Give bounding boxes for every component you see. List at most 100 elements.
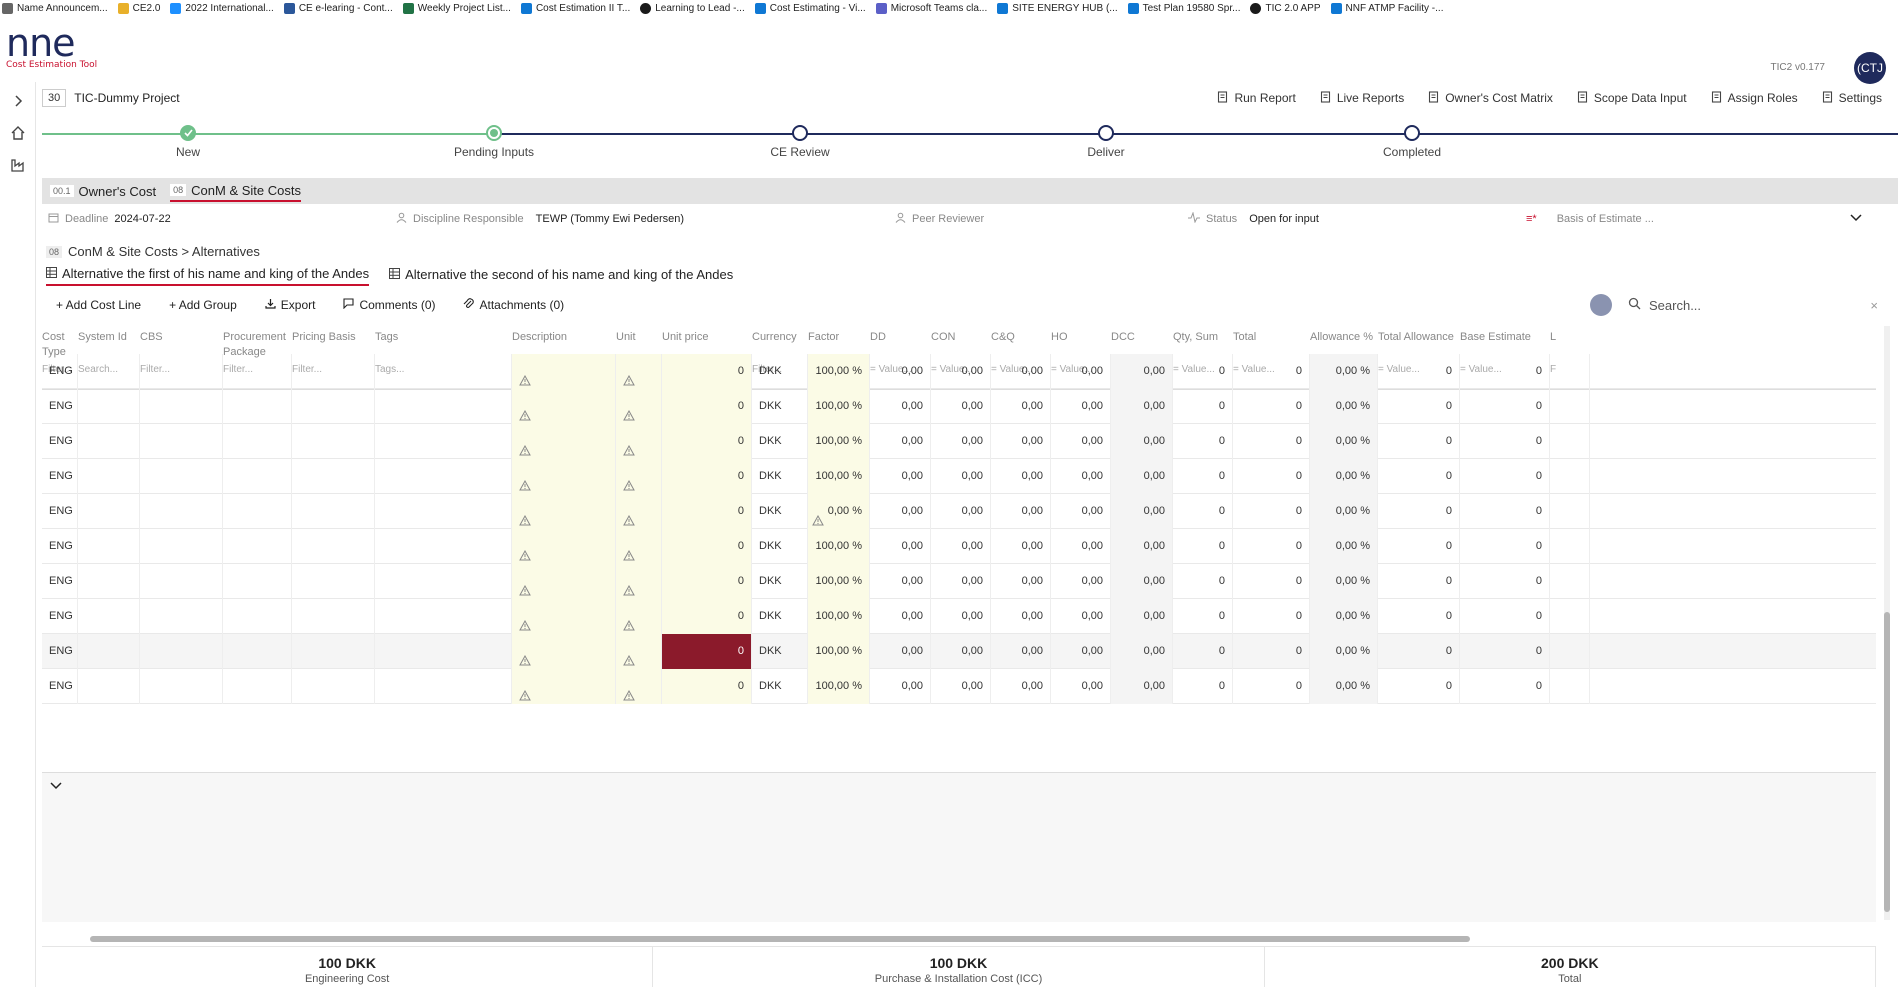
con-cell[interactable]: 0,00 — [931, 424, 991, 459]
system-id-cell[interactable] — [78, 599, 140, 634]
tab-owner-s-cost[interactable]: 00.1 Owner's Cost — [50, 182, 156, 201]
ho-cell[interactable]: 0,00 — [1051, 424, 1111, 459]
tab-alternative-2[interactable]: Alternative the second of his name and k… — [389, 266, 733, 286]
allowance-cell[interactable]: 0,00 % — [1310, 424, 1378, 459]
column-header-unit-price[interactable]: Unit price — [662, 330, 752, 345]
cq-cell[interactable]: 0,00 — [991, 634, 1051, 669]
table-row[interactable]: ENG 0 DKK 100,00 % 0,00 0,00 0,00 0,00 0,00 0 0 0,0… — [42, 529, 1876, 564]
tags-cell[interactable] — [375, 459, 512, 494]
description-cell[interactable] — [512, 459, 616, 494]
table-row[interactable]: ENG 0 DKK 100,00 % 0,00 0,00 0,00 0,00 0,00 0 0 0,0… — [42, 634, 1876, 669]
user-avatar[interactable]: (CTJ — [1854, 52, 1886, 84]
unit-price-cell[interactable]: 0 — [662, 634, 752, 669]
procurement-package-cell[interactable] — [223, 634, 292, 669]
description-cell[interactable] — [512, 354, 616, 389]
ho-cell[interactable]: 0,00 — [1051, 354, 1111, 389]
procurement-package-cell[interactable] — [223, 389, 292, 424]
currency-cell[interactable]: DKK — [752, 389, 808, 424]
cq-cell[interactable]: 0,00 — [991, 389, 1051, 424]
con-cell[interactable]: 0,00 — [931, 354, 991, 389]
pricing-basis-cell[interactable] — [292, 634, 375, 669]
total-allowance-cell[interactable]: 0 — [1378, 669, 1460, 704]
base-estimate-cell[interactable]: 0 — [1460, 669, 1550, 704]
clear-search-icon[interactable]: × — [1870, 298, 1878, 313]
con-cell[interactable]: 0,00 — [931, 459, 991, 494]
factor-cell[interactable]: 100,00 % — [808, 529, 870, 564]
ho-cell[interactable]: 0,00 — [1051, 389, 1111, 424]
base-estimate-cell[interactable]: 0 — [1460, 634, 1550, 669]
table-row[interactable]: ENG 0 DKK 0,00 % 0,00 0,00 0,00 0,00 0,00 0 0 0,00 … — [42, 494, 1876, 529]
procurement-package-cell[interactable] — [223, 424, 292, 459]
factor-cell[interactable]: 100,00 % — [808, 354, 870, 389]
cost-type-cell[interactable]: ENG — [42, 494, 78, 529]
description-cell[interactable] — [512, 529, 616, 564]
total-allowance-cell[interactable]: 0 — [1378, 564, 1460, 599]
pricing-basis-cell[interactable] — [292, 494, 375, 529]
dd-cell[interactable]: 0,00 — [870, 599, 931, 634]
dd-cell[interactable]: 0,00 — [870, 459, 931, 494]
allowance-cell[interactable]: 0,00 % — [1310, 459, 1378, 494]
procurement-package-cell[interactable] — [223, 529, 292, 564]
bookmark-item[interactable]: 2022 International... — [170, 2, 274, 14]
total-cell[interactable]: 0 — [1233, 459, 1310, 494]
con-cell[interactable]: 0,00 — [931, 669, 991, 704]
currency-cell[interactable]: DKK — [752, 634, 808, 669]
con-cell[interactable]: 0,00 — [931, 494, 991, 529]
dd-cell[interactable]: 0,00 — [870, 529, 931, 564]
allowance-cell[interactable]: 0,00 % — [1310, 529, 1378, 564]
column-header-allowance[interactable]: Allowance % — [1310, 330, 1378, 345]
currency-cell[interactable]: DKK — [752, 354, 808, 389]
cbs-cell[interactable] — [140, 529, 223, 564]
column-header-base-estimate[interactable]: Base Estimate — [1460, 330, 1550, 345]
cost-type-cell[interactable]: ENG — [42, 459, 78, 494]
bookmark-item[interactable]: CE2.0 — [117, 2, 160, 14]
tags-cell[interactable] — [375, 564, 512, 599]
action-live-reports[interactable]: Live Reports — [1320, 90, 1404, 106]
dd-cell[interactable]: 0,00 — [870, 494, 931, 529]
qty-sum-cell[interactable]: 0 — [1173, 389, 1233, 424]
comments-button[interactable]: Comments (0) — [343, 298, 435, 312]
bookmark-item[interactable]: Name Announcem... — [2, 2, 108, 14]
bookmark-item[interactable]: Weekly Project List... — [402, 2, 511, 14]
base-estimate-cell[interactable]: 0 — [1460, 459, 1550, 494]
extra-cell[interactable] — [1550, 599, 1590, 634]
con-cell[interactable]: 0,00 — [931, 564, 991, 599]
base-estimate-cell[interactable]: 0 — [1460, 529, 1550, 564]
unit-cell[interactable] — [616, 564, 662, 599]
unit-price-cell[interactable]: 0 — [662, 424, 752, 459]
pricing-basis-cell[interactable] — [292, 424, 375, 459]
cost-type-cell[interactable]: ENG — [42, 564, 78, 599]
qty-sum-cell[interactable]: 0 — [1173, 599, 1233, 634]
cost-type-cell[interactable]: ENG — [42, 529, 78, 564]
pricing-basis-cell[interactable] — [292, 564, 375, 599]
step-completed[interactable]: Completed — [1332, 125, 1492, 159]
procurement-package-cell[interactable] — [223, 564, 292, 599]
column-header-ho[interactable]: HO — [1051, 330, 1111, 345]
total-cell[interactable]: 0 — [1233, 354, 1310, 389]
cq-cell[interactable]: 0,00 — [991, 354, 1051, 389]
total-cell[interactable]: 0 — [1233, 669, 1310, 704]
dd-cell[interactable]: 0,00 — [870, 424, 931, 459]
tags-cell[interactable] — [375, 389, 512, 424]
unit-price-cell[interactable]: 0 — [662, 564, 752, 599]
system-id-cell[interactable] — [78, 459, 140, 494]
bookmark-item[interactable]: NNF ATMP Facility -... — [1330, 2, 1443, 14]
system-id-cell[interactable] — [78, 354, 140, 389]
vertical-scroll-thumb[interactable] — [1884, 612, 1890, 912]
extra-cell[interactable] — [1550, 389, 1590, 424]
allowance-cell[interactable]: 0,00 % — [1310, 634, 1378, 669]
system-id-cell[interactable] — [78, 529, 140, 564]
system-id-cell[interactable] — [78, 669, 140, 704]
bookmark-item[interactable]: Test Plan 19580 Spr... — [1127, 2, 1240, 14]
factor-cell[interactable]: 100,00 % — [808, 599, 870, 634]
table-row[interactable]: ENG 0 DKK 100,00 % 0,00 0,00 0,00 0,00 0,00 0 0 0,0… — [42, 389, 1876, 424]
unit-cell[interactable] — [616, 494, 662, 529]
bookmark-item[interactable]: SITE ENERGY HUB (... — [997, 2, 1118, 14]
table-row[interactable]: ENG 0 DKK 100,00 % 0,00 0,00 0,00 0,00 0,00 0 0 0,0… — [42, 424, 1876, 459]
unit-price-cell[interactable]: 0 — [662, 494, 752, 529]
pricing-basis-cell[interactable] — [292, 389, 375, 424]
qty-sum-cell[interactable]: 0 — [1173, 354, 1233, 389]
extra-cell[interactable] — [1550, 459, 1590, 494]
total-cell[interactable]: 0 — [1233, 494, 1310, 529]
total-allowance-cell[interactable]: 0 — [1378, 494, 1460, 529]
